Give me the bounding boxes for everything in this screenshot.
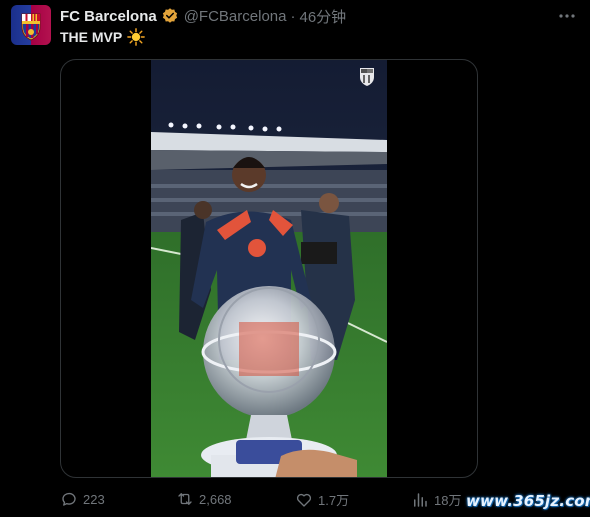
view-count: 18万 <box>434 493 462 508</box>
verified-badge-icon[interactable] <box>161 7 179 25</box>
author-handle[interactable]: @FCBarcelona <box>184 8 287 25</box>
retweet-icon <box>178 493 192 505</box>
tweet-timestamp[interactable]: 46分钟 <box>299 6 346 27</box>
views-chart-icon <box>414 492 427 507</box>
video-frame[interactable] <box>151 60 387 478</box>
retweet-button[interactable]: 2,668 <box>176 490 232 508</box>
site-watermark: www.365jz.com <box>466 492 590 510</box>
author-name[interactable]: FC Barcelona <box>60 8 157 25</box>
fc-barcelona-crest-icon <box>21 13 41 41</box>
like-count: 1.7万 <box>318 493 350 508</box>
separator-dot: · <box>290 7 296 25</box>
avatar[interactable] <box>11 5 51 45</box>
tweet-body: THE MVP <box>60 29 123 45</box>
like-button[interactable]: 1.7万 <box>295 490 349 509</box>
sun-emoji-icon <box>127 28 146 46</box>
reply-icon <box>62 492 76 506</box>
video-media[interactable] <box>60 59 478 478</box>
retweet-count: 2,668 <box>199 491 232 507</box>
views-button[interactable]: 18万 <box>411 490 461 509</box>
reply-count: 223 <box>83 491 105 507</box>
reply-button[interactable]: 223 <box>60 490 105 508</box>
tweet-header: FC Barcelona @FCBarcelona · 46分钟 <box>60 6 346 26</box>
more-options-icon[interactable] <box>557 6 577 26</box>
tweet-text: THE MVP <box>60 28 146 46</box>
heart-icon <box>296 493 312 507</box>
